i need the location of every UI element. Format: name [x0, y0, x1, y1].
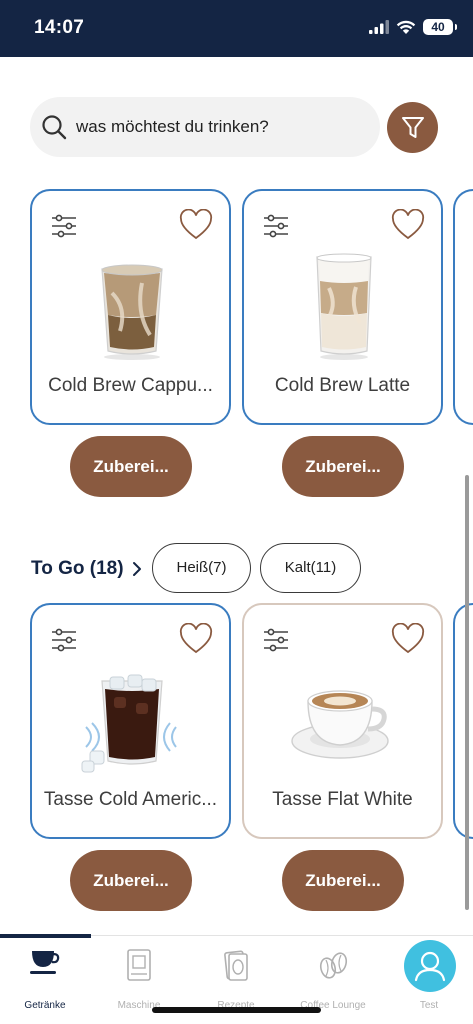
heart-icon[interactable]: [391, 623, 425, 655]
section-title[interactable]: To Go (18): [31, 558, 124, 580]
battery-icon: 40: [423, 19, 457, 35]
drink-card[interactable]: Tasse Cold Americ...: [30, 603, 231, 839]
heart-icon[interactable]: [179, 209, 213, 241]
prepare-button[interactable]: Zuberei...: [70, 850, 192, 911]
tab-coffee-lounge[interactable]: Coffee Lounge: [288, 944, 378, 1011]
drink-image: [291, 690, 389, 759]
drink-title: Tasse Flat White: [272, 789, 413, 810]
wifi-icon: [396, 20, 416, 34]
recipes-icon: [224, 950, 248, 981]
heart-icon[interactable]: [179, 623, 213, 655]
home-indicator: [152, 1007, 321, 1013]
filter-chip-cold[interactable]: Kalt(11): [260, 543, 361, 593]
signal-icon: [369, 20, 389, 34]
search-input[interactable]: [76, 113, 366, 141]
prepare-button[interactable]: Zuberei...: [282, 436, 404, 497]
drink-card[interactable]: Tasse Flat White: [242, 603, 443, 839]
search-icon: [42, 115, 67, 140]
drink-title: Tasse Cold Americ...: [43, 789, 218, 810]
settings-sliders-icon[interactable]: [262, 213, 290, 239]
tab-label: Test: [419, 1000, 439, 1011]
drink-title: Cold Brew Cappu...: [48, 375, 213, 396]
settings-sliders-icon[interactable]: [50, 627, 78, 653]
screen: 14:07 40 was möchtest du trinken? Cold B…: [0, 0, 473, 1024]
scrollbar[interactable]: [465, 475, 469, 910]
avatar-icon: [414, 951, 446, 982]
chevron-right-icon[interactable]: [130, 560, 144, 578]
drink-card-partial[interactable]: [453, 603, 473, 839]
tab-rezepte[interactable]: Rezepte: [191, 944, 281, 1011]
prepare-button[interactable]: Zuberei...: [282, 850, 404, 911]
drink-title: Cold Brew Latte: [274, 375, 411, 396]
tab-getraenke[interactable]: Getränke: [0, 944, 90, 1011]
drink-card[interactable]: Cold Brew Latte: [242, 189, 443, 425]
filter-chip-hot[interactable]: Heiß(7): [152, 543, 251, 593]
drink-image: [81, 674, 177, 773]
settings-sliders-icon[interactable]: [262, 627, 290, 653]
filter-button[interactable]: [387, 102, 438, 153]
search-bar[interactable]: [30, 97, 380, 157]
active-tab-indicator: [0, 934, 91, 938]
tab-label: Getränke: [24, 1000, 66, 1011]
status-icons: 40: [369, 19, 457, 35]
status-time: 14:07: [34, 17, 85, 38]
cup-icon: [30, 951, 60, 974]
drink-card[interactable]: Cold Brew Cappu...: [30, 189, 231, 425]
filter-icon: [401, 116, 424, 138]
status-bar: 14:07 40: [0, 0, 473, 57]
machine-icon: [127, 949, 151, 981]
coffee-beans-icon: [319, 952, 348, 979]
drink-image: [101, 264, 163, 360]
tab-maschine[interactable]: Maschine: [94, 944, 184, 1011]
avatar[interactable]: [404, 940, 456, 992]
drink-card-partial[interactable]: [453, 189, 473, 425]
heart-icon[interactable]: [391, 209, 425, 241]
drink-image: [316, 253, 372, 360]
settings-sliders-icon[interactable]: [50, 213, 78, 239]
prepare-button[interactable]: Zuberei...: [70, 436, 192, 497]
